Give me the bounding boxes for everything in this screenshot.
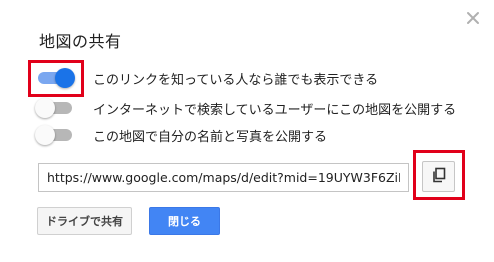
- toggle-thumb: [35, 98, 55, 118]
- close-button[interactable]: 閉じる: [149, 207, 220, 235]
- link-sharing-label: このリンクを知っている人なら誰でも表示できる: [93, 72, 379, 88]
- toggle-row-show-name-photo: この地図で自分の名前と写真を公開する: [35, 124, 327, 146]
- close-icon[interactable]: [465, 10, 481, 26]
- dialog-title: 地図の共有: [39, 32, 122, 51]
- share-via-drive-button[interactable]: ドライブで共有: [37, 207, 132, 235]
- show-name-photo-toggle[interactable]: [35, 124, 75, 146]
- share-map-dialog: 地図の共有 このリンクを知っている人なら誰でも表示できる インターネットで検索し…: [0, 0, 494, 262]
- annotation-highlight-copy: [413, 150, 465, 200]
- show-name-photo-label: この地図で自分の名前と写真を公開する: [93, 129, 328, 145]
- public-search-toggle[interactable]: [35, 97, 75, 119]
- share-link-field[interactable]: [38, 163, 409, 192]
- toggle-thumb: [35, 125, 55, 145]
- public-search-label: インターネットで検索しているユーザーにこの地図を公開する: [93, 102, 457, 118]
- annotation-highlight-toggle: [28, 60, 84, 97]
- toggle-row-link-sharing: このリンクを知っている人なら誰でも表示できる: [35, 67, 378, 89]
- toggle-row-public-search: インターネットで検索しているユーザーにこの地図を公開する: [35, 97, 456, 119]
